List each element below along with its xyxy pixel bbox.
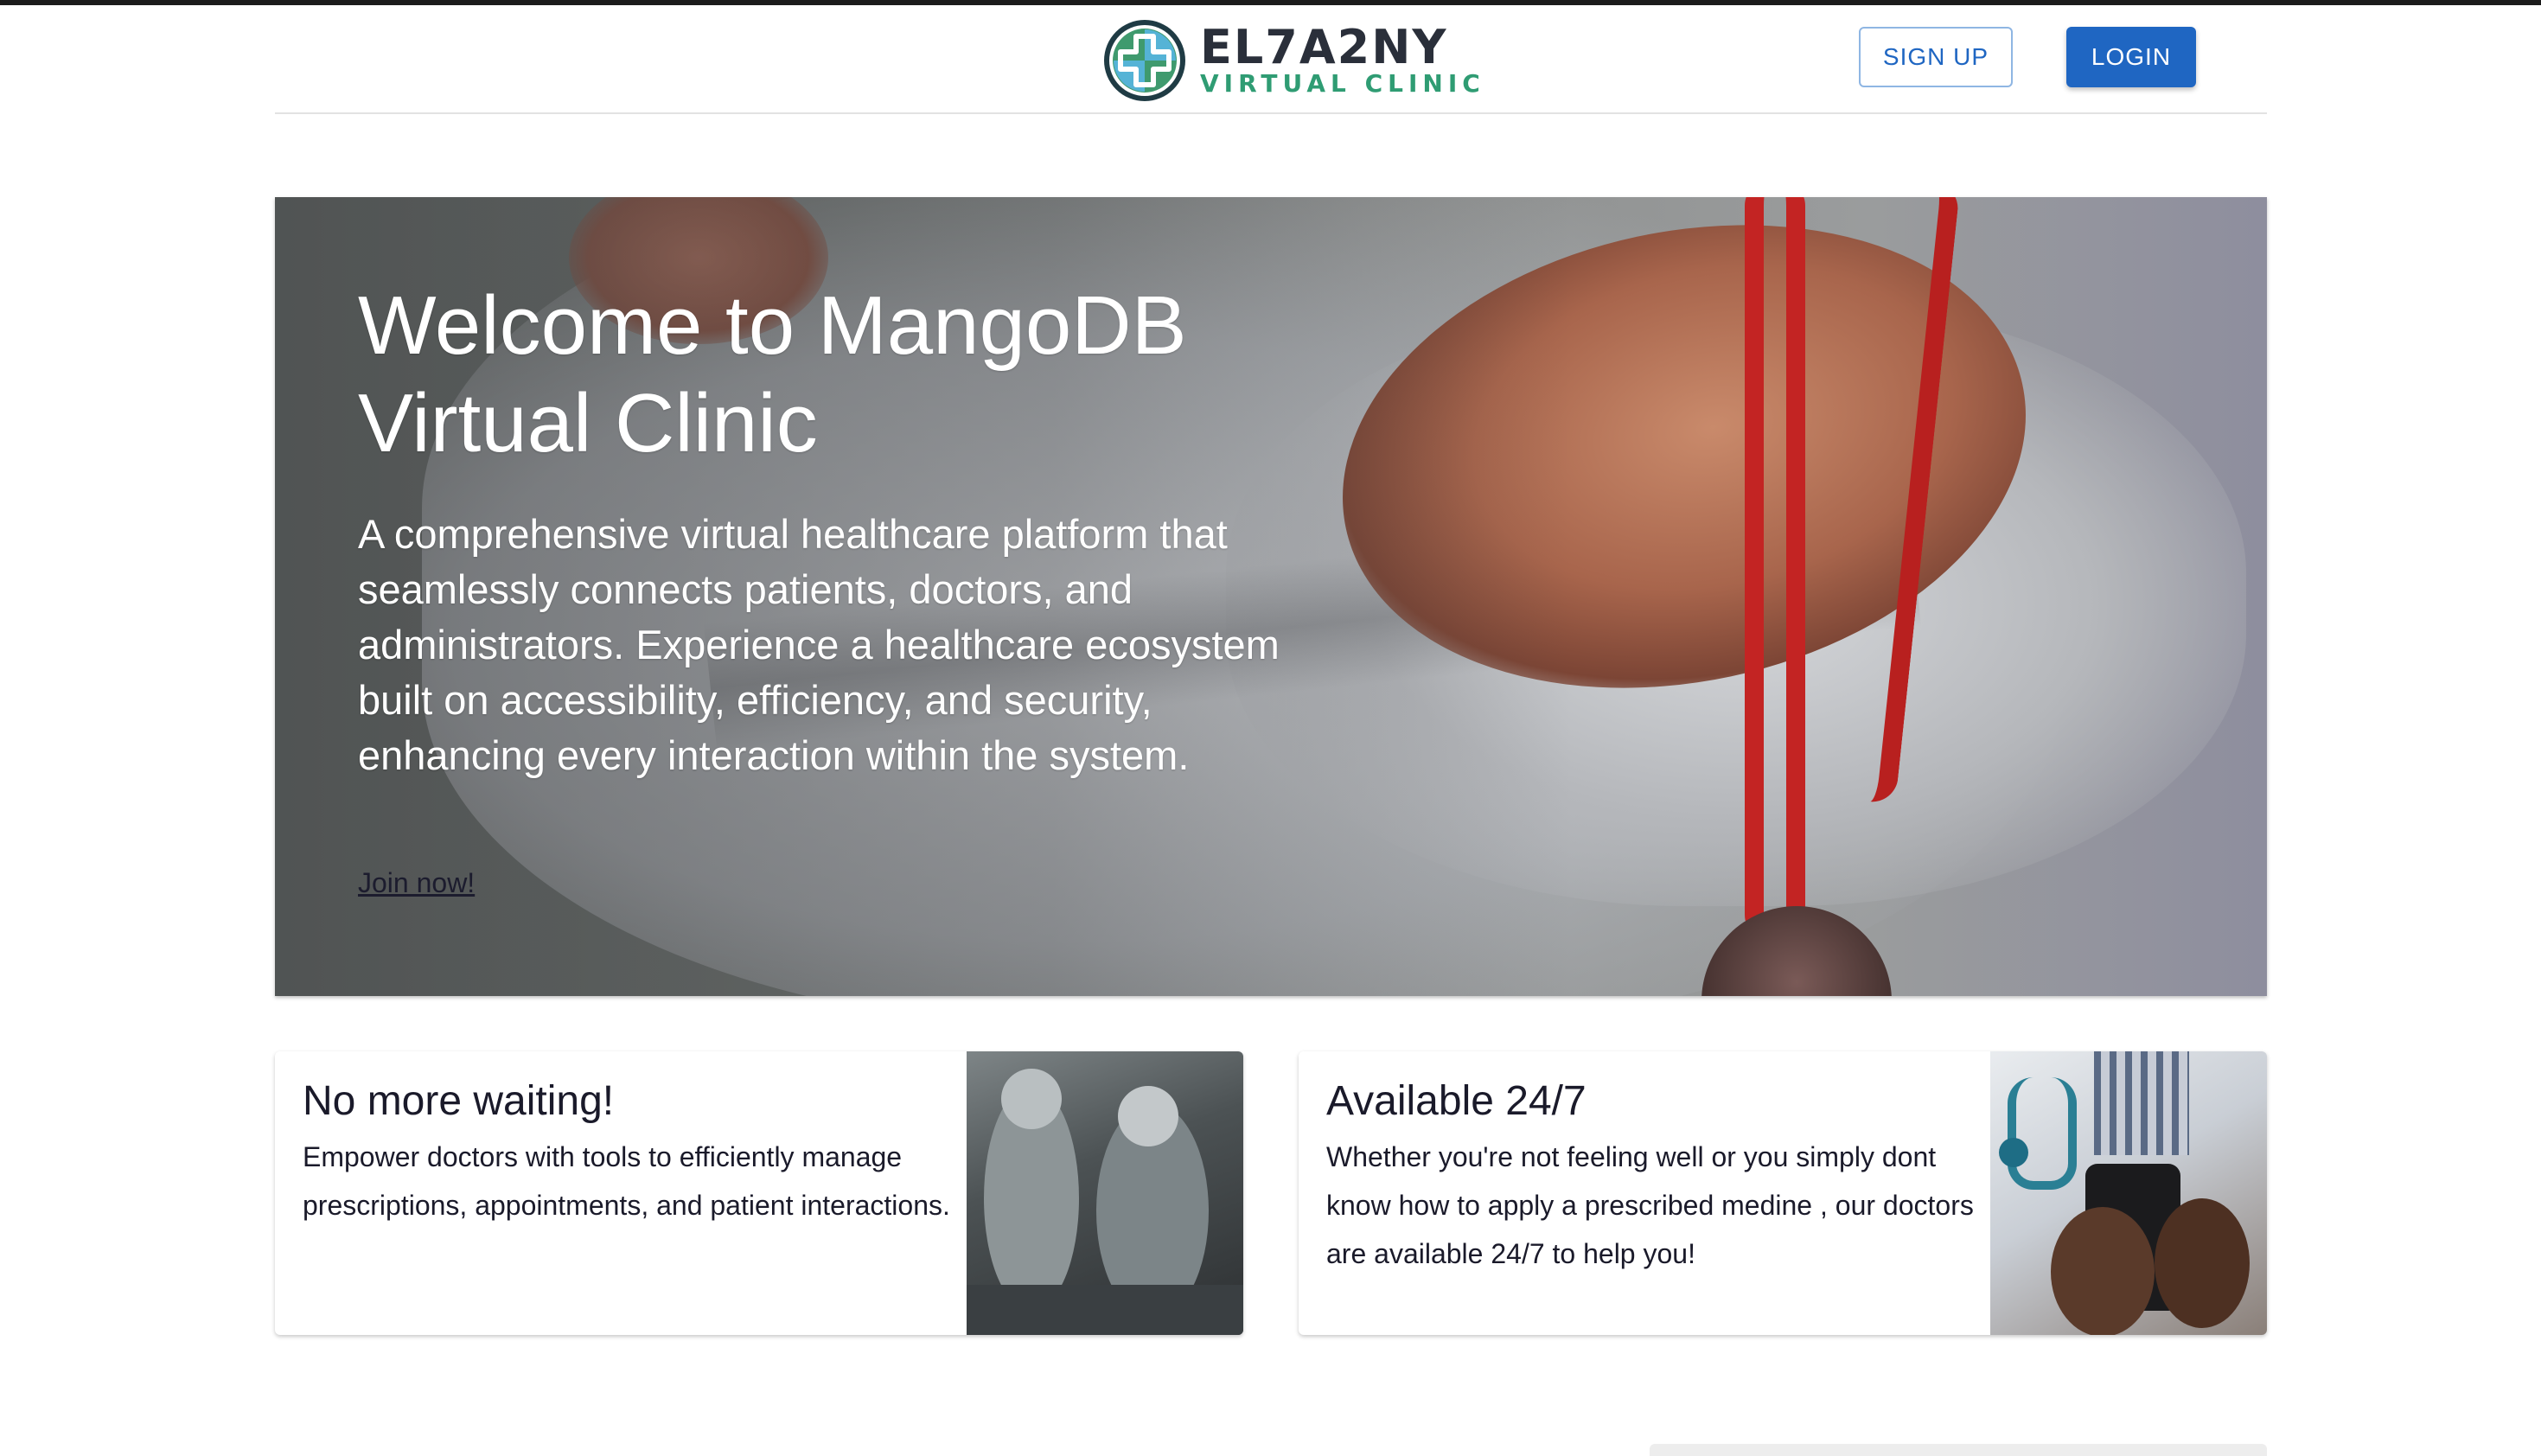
join-now-link[interactable]: Join now!	[358, 867, 475, 899]
hero-banner: Welcome to MangoDB Virtual Clinic A comp…	[275, 197, 2267, 996]
bottom-section-edge	[1650, 1444, 2267, 1456]
medical-cross-logo-icon	[1101, 17, 1188, 104]
logo-subtitle: VIRTUAL CLINIC	[1200, 69, 1485, 98]
card-text: Empower doctors with tools to efficientl…	[303, 1141, 950, 1221]
hero-title: Welcome to MangoDB Virtual Clinic	[358, 277, 1292, 472]
feature-card-available: Available 24/7 Whether you're not feelin…	[1299, 1051, 2267, 1335]
logo-text: EL7A2NY VIRTUAL CLINIC	[1200, 24, 1485, 97]
sign-up-button[interactable]: SIGN UP	[1859, 27, 2013, 87]
hero-title-line-1: Welcome to MangoDB	[358, 279, 1187, 372]
hero-content: Welcome to MangoDB Virtual Clinic A comp…	[358, 277, 1292, 783]
card-body: No more waiting! Empower doctors with to…	[303, 1077, 960, 1229]
site-header: EL7A2NY VIRTUAL CLINIC SIGN UP LOGIN	[275, 5, 2267, 114]
doctor-phone-image	[1990, 1051, 2267, 1335]
page: EL7A2NY VIRTUAL CLINIC SIGN UP LOGIN Wel…	[0, 0, 2541, 1456]
hero-description: A comprehensive virtual healthcare platf…	[358, 511, 1280, 778]
hero-title-line-2: Virtual Clinic	[358, 377, 818, 469]
surgery-team-image	[967, 1051, 1243, 1335]
login-button[interactable]: LOGIN	[2066, 27, 2196, 87]
feature-card-no-waiting: No more waiting! Empower doctors with to…	[275, 1051, 1243, 1335]
card-body: Available 24/7 Whether you're not feelin…	[1326, 1077, 1983, 1278]
stethoscope-tube	[1745, 197, 1805, 941]
card-title: Available 24/7	[1326, 1078, 1587, 1124]
logo-name: EL7A2NY	[1200, 20, 1448, 74]
card-title: No more waiting!	[303, 1078, 615, 1124]
card-text: Whether you're not feeling well or you s…	[1326, 1141, 1974, 1269]
logo[interactable]: EL7A2NY VIRTUAL CLINIC	[1101, 16, 1485, 105]
